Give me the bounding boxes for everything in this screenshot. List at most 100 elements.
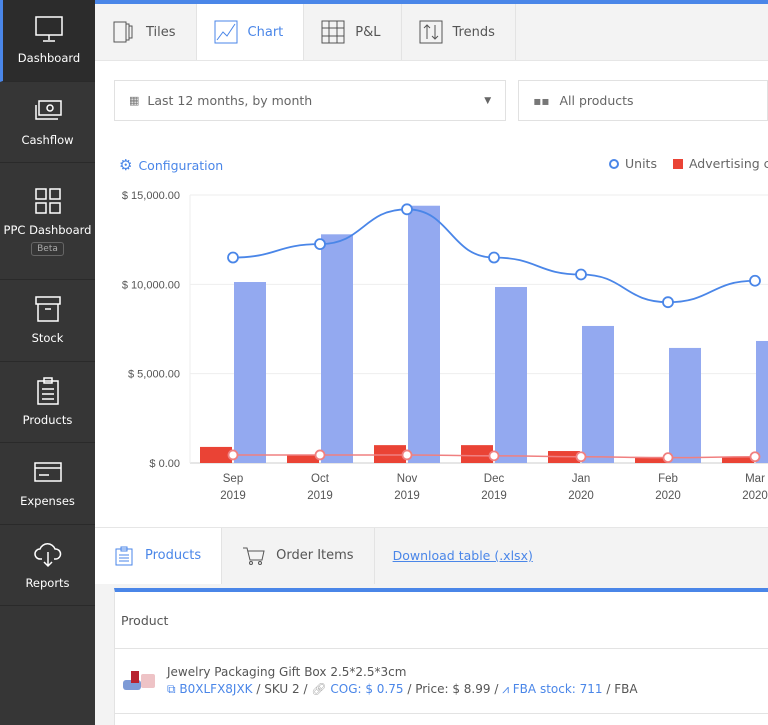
y-tick-label: $ 10,000.00: [122, 279, 180, 291]
advertising-point: [662, 452, 674, 464]
cart-icon: [243, 547, 265, 565]
tab-chart[interactable]: Chart: [196, 4, 305, 60]
card-icon: [33, 462, 62, 482]
download-table-link[interactable]: Download table (.xlsx): [393, 548, 533, 563]
bar-sales: [582, 325, 614, 463]
fulfilment-text: / FBA: [602, 682, 638, 696]
sidebar-label: Dashboard: [17, 51, 81, 66]
sidebar-item-reports[interactable]: Reports: [0, 525, 95, 606]
chart: $ 0.00 $ 5,000.00 $ 10,000.00 $ 15,000.00 Se…: [122, 190, 768, 502]
tiles-icon: [113, 21, 133, 43]
tab-pl[interactable]: P&L: [304, 4, 402, 60]
units-point: [575, 268, 587, 281]
advertising-point: [749, 451, 761, 463]
x-tick-label: 2020: [655, 490, 681, 502]
tab-label: Tiles: [146, 24, 176, 40]
units-point: [401, 203, 413, 216]
bottom-tabs: Products Order Items Download table (.xl…: [95, 527, 768, 584]
bar-sales: [495, 287, 527, 463]
tab-label: Trends: [452, 24, 495, 40]
bar-advertising: [374, 445, 406, 463]
x-tick-label: Sep: [223, 473, 243, 485]
chevron-down-icon: ▼: [484, 95, 492, 106]
sidebar-label: Expenses: [20, 494, 75, 509]
units-point: [314, 238, 326, 251]
period-select[interactable]: ▦ Last 12 months, by month ▼: [114, 80, 507, 121]
y-tick-label: $ 15,000.00: [122, 190, 180, 202]
x-tick-label: Mar: [745, 473, 765, 485]
x-tick-label: 2019: [394, 490, 420, 502]
asin-link[interactable]: B0XLFX8JXK: [179, 682, 252, 696]
units-point: [749, 274, 761, 287]
sidebar-item-stock[interactable]: Stock: [0, 280, 95, 362]
calendar-icon: ▦: [129, 94, 140, 107]
cash-icon: [34, 100, 62, 120]
tab-order-items[interactable]: Order Items: [222, 527, 375, 584]
tab-label: P&L: [355, 24, 381, 40]
main: Tiles Chart P&L Trends ▦ Last 12 months, …: [95, 0, 768, 725]
cog-link[interactable]: COG: $ 0.75: [330, 682, 403, 696]
y-tick-label: $ 5,000.00: [128, 369, 180, 381]
units-point: [227, 251, 239, 264]
advertising-point: [575, 451, 587, 463]
y-tick-label: $ 0.00: [149, 458, 180, 470]
units-point: [488, 251, 500, 264]
bar-sales: [756, 340, 768, 463]
product-meta: ⧉ B0XLFX8JXK / SKU 2 / 🔗︎ COG: $ 0.75 / …: [167, 682, 638, 697]
advertising-point: [314, 449, 326, 461]
clipboard-icon: [36, 377, 59, 405]
x-tick-label: 2019: [307, 490, 333, 502]
x-tick-label: Nov: [397, 473, 418, 485]
products-table: Product Jewelry Packaging Gift Box 2.5*2…: [114, 588, 768, 725]
sidebar-item-expenses[interactable]: Expenses: [0, 443, 95, 525]
period-value: Last 12 months, by month: [147, 93, 313, 108]
link-icon: 🔗︎: [311, 682, 331, 696]
sidebar-item-cashflow[interactable]: Cashflow: [0, 82, 95, 163]
x-tick-label: 2019: [481, 490, 507, 502]
tab-products[interactable]: Products: [95, 527, 223, 584]
tab-trends[interactable]: Trends: [402, 4, 516, 60]
x-tick-label: Dec: [484, 473, 505, 485]
sidebar-item-products[interactable]: Products: [0, 362, 95, 443]
advertising-point: [488, 450, 500, 462]
table-row[interactable]: Jewelry Packaging Gift Box 2.5*2.5*3cm ⧉…: [115, 649, 768, 714]
x-tick-label: 2020: [568, 490, 594, 502]
tab-label: Chart: [247, 24, 284, 40]
clipboard-icon: [115, 546, 133, 565]
products-value: All products: [559, 93, 634, 108]
chart-area: ⚙Configuration Units Advertising co $ 0.…: [95, 140, 768, 520]
x-tick-label: 2019: [220, 490, 246, 502]
sidebar-label: Products: [22, 412, 73, 427]
bar-sales: [234, 282, 266, 463]
copy-icon: ⧉: [167, 682, 180, 696]
cloud-download-icon: [33, 542, 61, 567]
bottom-panel: Products Order Items Download table (.xl…: [95, 527, 768, 725]
column-header-product[interactable]: Product: [115, 592, 768, 649]
tab-tiles[interactable]: Tiles: [95, 4, 197, 60]
table-icon: [321, 20, 345, 44]
filters: ▦ Last 12 months, by month ▼ ▪▪ All product…: [114, 80, 768, 121]
tab-label: Order Items: [276, 548, 354, 563]
x-tick-label: Jan: [572, 473, 591, 485]
bar-sales: [321, 234, 353, 463]
product-name: Jewelry Packaging Gift Box 2.5*2.5*3cm: [167, 665, 407, 679]
sku-text: / SKU 2 /: [252, 682, 312, 696]
view-tabs: Tiles Chart P&L Trends: [95, 4, 768, 61]
sidebar-label: Stock: [31, 331, 64, 346]
product-thumbnail: [121, 666, 157, 696]
x-tick-label: Oct: [311, 473, 330, 485]
sidebar-label: Reports: [25, 575, 70, 590]
units-point: [662, 296, 674, 309]
trends-icon: [419, 20, 443, 44]
fba-stock-link[interactable]: FBA stock: 711: [513, 682, 603, 696]
tab-label: Products: [145, 548, 202, 563]
bar-advertising: [287, 454, 319, 463]
sidebar: Dashboard Cashflow PPC Dashboard Beta St…: [0, 0, 95, 725]
sidebar-item-ppc-dashboard[interactable]: PPC Dashboard Beta: [0, 163, 95, 280]
sidebar-item-dashboard[interactable]: Dashboard: [0, 0, 95, 82]
chart-icon: [214, 20, 238, 44]
products-select[interactable]: ▪▪ All products: [518, 80, 768, 121]
bar-advertising: [722, 456, 754, 463]
price-text: / Price: $ 8.99 /: [403, 682, 503, 696]
box-icon: [34, 296, 61, 322]
